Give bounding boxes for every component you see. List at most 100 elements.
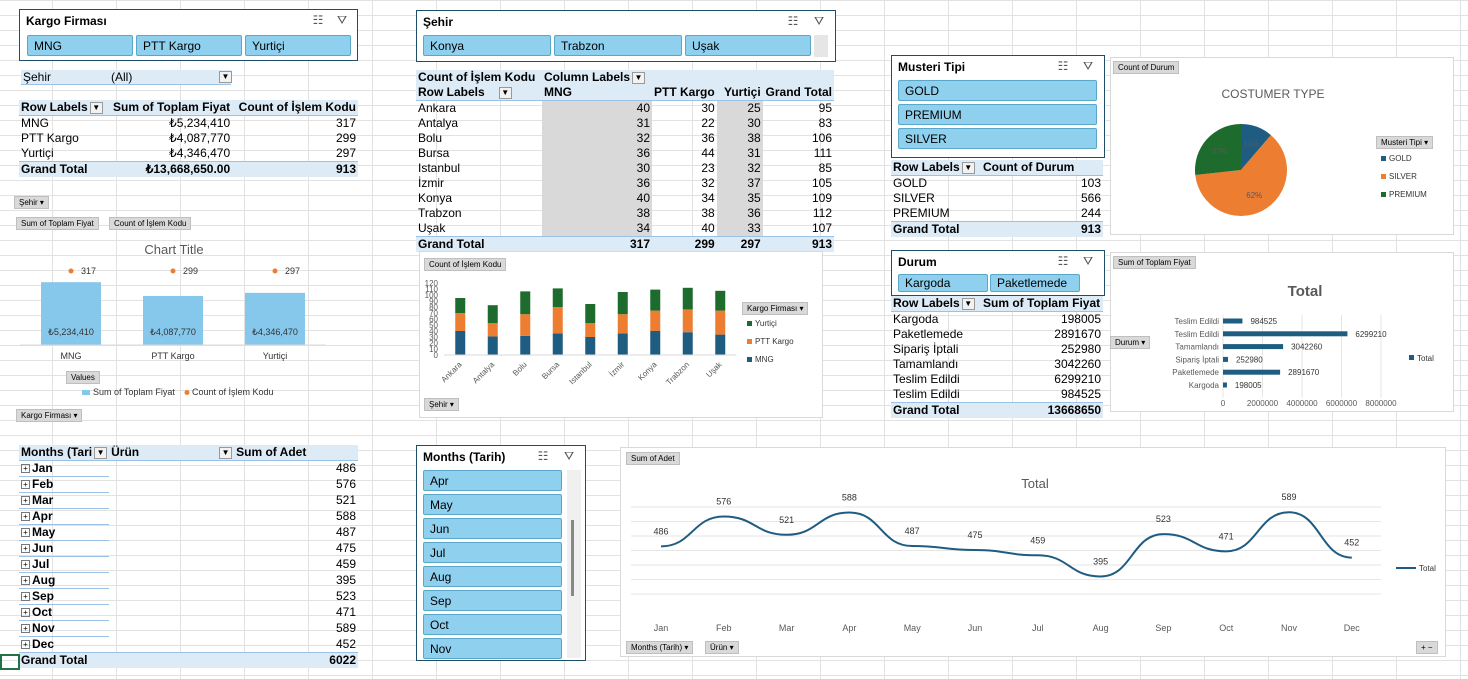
scrollbar-thumb[interactable] (571, 520, 574, 596)
slicer-sehir[interactable]: Şehir ☷ ⛛ Konya Trabzon Uşak (416, 10, 836, 62)
dropdown-arrow-icon[interactable]: ▼ (94, 446, 108, 459)
chart-months-line[interactable]: Total 486 Jan 576 Feb 521 Mar 588 Apr 487 May 475 Ju… (620, 447, 1446, 657)
slicer-item-trabzon[interactable]: Trabzon (554, 35, 682, 56)
expand-plus-icon[interactable]: + (21, 496, 30, 506)
slicer-item-kargoda[interactable]: Kargoda (898, 274, 988, 292)
slicer-item-mng[interactable]: MNG (27, 35, 133, 56)
dropdown-arrow-icon[interactable]: ▼ (961, 161, 975, 174)
slicer-item-month[interactable]: Aug (423, 566, 562, 587)
expand-plus-icon[interactable]: + (21, 544, 30, 554)
dropdown-arrow-icon[interactable]: ▼ (961, 297, 975, 310)
expand-plus-icon[interactable]: + (21, 464, 30, 474)
clear-filter-icon[interactable]: ⛛ (561, 449, 577, 463)
slicer-item-ptt-kargo[interactable]: PTT Kargo (136, 35, 242, 56)
expand-plus-icon[interactable]: + (21, 624, 30, 634)
chart-sehir-stacked[interactable]: 0 10 20 30 40 50 60 70 80 90 100 110 120 Ankara Antaly… (419, 251, 823, 418)
dropdown-arrow-icon[interactable]: ▼ (632, 71, 646, 84)
slicer-item-silver[interactable]: SILVER (898, 128, 1097, 149)
slicer-months[interactable]: Months (Tarih) ☷ ⛛ Apr May Jun Jul Aug Sep Oct… (416, 445, 586, 661)
chart-axis-button-kargo[interactable]: Kargo Firması ▾ (16, 409, 83, 422)
dropdown-arrow-icon[interactable]: ▼ (89, 101, 103, 114)
report-filter-sehir[interactable]: Şehir (All) ▼ (21, 70, 232, 85)
chart-kargo-combo[interactable]: Chart Title ₺5,234,410 317 MNG ₺4,087,770 299… (14, 214, 354, 406)
pivot-column-labels[interactable]: Column Labels ▼ (542, 70, 834, 85)
slicer-item-premium[interactable]: PREMIUM (898, 104, 1097, 125)
slicer-item-yurtici[interactable]: Yurtiçi (245, 35, 351, 56)
expand-plus-icon[interactable]: + (21, 592, 30, 602)
row-label-cell[interactable]: + Dec (19, 636, 110, 653)
slicer-musteri-tipi[interactable]: Musteri Tipi ☷ ⛛ GOLD PREMIUM SILVER (891, 55, 1105, 158)
pivot-row-labels[interactable]: Row Labels ▼ (416, 85, 542, 101)
multi-select-icon[interactable]: ☷ (785, 14, 801, 28)
chart-value-button[interactable]: Count of İşlem Kodu (424, 258, 507, 271)
chart-axis-button-sehir[interactable]: Şehir ▾ (424, 398, 459, 411)
row-label-cell[interactable]: + Nov (19, 620, 110, 637)
slicer-item-paketlemede[interactable]: Paketlemede (990, 274, 1080, 292)
chart-value-button[interactable]: Sum of Adet (626, 452, 680, 465)
slicer-item-usak[interactable]: Uşak (685, 35, 811, 56)
multi-select-icon[interactable]: ☷ (310, 13, 326, 27)
chart-value-button[interactable]: Sum of Toplam Fiyat (1113, 256, 1196, 269)
row-label-cell[interactable]: + Jul (19, 556, 110, 573)
expand-plus-icon[interactable]: + (21, 608, 30, 618)
slicer-item-gold[interactable]: GOLD (898, 80, 1097, 101)
row-label-cell[interactable]: + Feb (19, 476, 110, 493)
dropdown-arrow-icon[interactable]: ▼ (219, 446, 233, 459)
row-label-cell[interactable]: + May (19, 524, 110, 541)
chart-filter-button-sehir[interactable]: Şehir ▾ (14, 196, 49, 209)
slicer-durum[interactable]: Durum ☷ ⛛ Kargoda Paketlemede (891, 250, 1105, 296)
clear-filter-icon[interactable]: ⛛ (334, 13, 350, 27)
multi-select-icon[interactable]: ☷ (1055, 254, 1071, 268)
slicer-kargo-firmasi[interactable]: Kargo Firması ☷ ⛛ MNG PTT Kargo Yurtiçi (19, 9, 358, 61)
expand-plus-icon[interactable]: + (21, 512, 30, 522)
dropdown-arrow-icon[interactable]: ▼ (498, 86, 512, 99)
row-label-cell[interactable]: + Jun (19, 540, 110, 557)
slicer-item-month[interactable]: Jun (423, 518, 562, 539)
expand-plus-icon[interactable]: + (21, 640, 30, 650)
expand-plus-icon[interactable]: + (21, 576, 30, 586)
pivot-header[interactable]: Row Labels ▼ (19, 100, 111, 116)
row-label-cell[interactable]: + Apr (19, 508, 110, 525)
chart-legend-button[interactable]: Musteri Tipi ▾ (1376, 136, 1434, 149)
chart-axis-button-durum[interactable]: Durum ▾ (1110, 336, 1151, 349)
chart-value-button-count[interactable]: Count of İşlem Kodu (109, 217, 192, 230)
row-label-cell[interactable]: + Jan (19, 460, 110, 477)
pivot-header[interactable]: Months (Tari ▼ (19, 445, 110, 461)
chart-value-button-sum[interactable]: Sum of Toplam Fiyat (16, 217, 99, 230)
chart-axis-button-urun[interactable]: Ürün ▾ (705, 641, 739, 654)
expand-plus-icon[interactable]: + (21, 480, 30, 490)
chart-value-button[interactable]: Count of Durum (1113, 61, 1180, 74)
slicer-item-month[interactable]: May (423, 494, 562, 515)
slicer-item-month[interactable]: Nov (423, 638, 562, 659)
clear-filter-icon[interactable]: ⛛ (1080, 59, 1096, 73)
row-label-cell[interactable]: + Aug (19, 572, 110, 589)
row-label-cell[interactable]: + Oct (19, 604, 110, 621)
stacked-bar-segment (617, 314, 628, 334)
slicer-item-month[interactable]: Apr (423, 470, 562, 491)
slicer-scrollbar[interactable] (814, 35, 828, 57)
clear-filter-icon[interactable]: ⛛ (811, 14, 827, 28)
chart-axis-button-months[interactable]: Months (Tarih) ▾ (626, 641, 694, 654)
bar-data-label: 2891670 (1288, 368, 1320, 377)
slicer-item-month[interactable]: Sep (423, 590, 562, 611)
chart-durum-bars[interactable]: Total 0 2000000 4000000 6000000 8000000 Teslim… (1110, 252, 1454, 412)
slicer-item-month[interactable]: Jul (423, 542, 562, 563)
multi-select-icon[interactable]: ☷ (1055, 59, 1071, 73)
chart-legend-button[interactable]: Kargo Firması ▾ (742, 302, 809, 315)
slicer-scrollbar[interactable] (567, 470, 581, 658)
row-label-cell[interactable]: + Sep (19, 588, 110, 605)
chart-zoom-buttons[interactable]: + − (1416, 641, 1438, 654)
slicer-item-konya[interactable]: Konya (423, 35, 551, 56)
expand-plus-icon[interactable]: + (21, 528, 30, 538)
multi-select-icon[interactable]: ☷ (535, 449, 551, 463)
pivot-header[interactable]: Row Labels ▼ (891, 296, 981, 312)
pivot-header[interactable]: Ürün ▼ (109, 445, 235, 461)
chart-values-button[interactable]: Values (66, 371, 100, 384)
pivot-header[interactable]: Row Labels ▼ (891, 160, 981, 176)
clear-filter-icon[interactable]: ⛛ (1080, 254, 1096, 268)
row-label-cell[interactable]: + Mar (19, 492, 110, 509)
expand-plus-icon[interactable]: + (21, 560, 30, 570)
dropdown-arrow-icon[interactable]: ▼ (219, 71, 232, 83)
slicer-item-month[interactable]: Oct (423, 614, 562, 635)
selected-cell[interactable] (0, 654, 20, 670)
